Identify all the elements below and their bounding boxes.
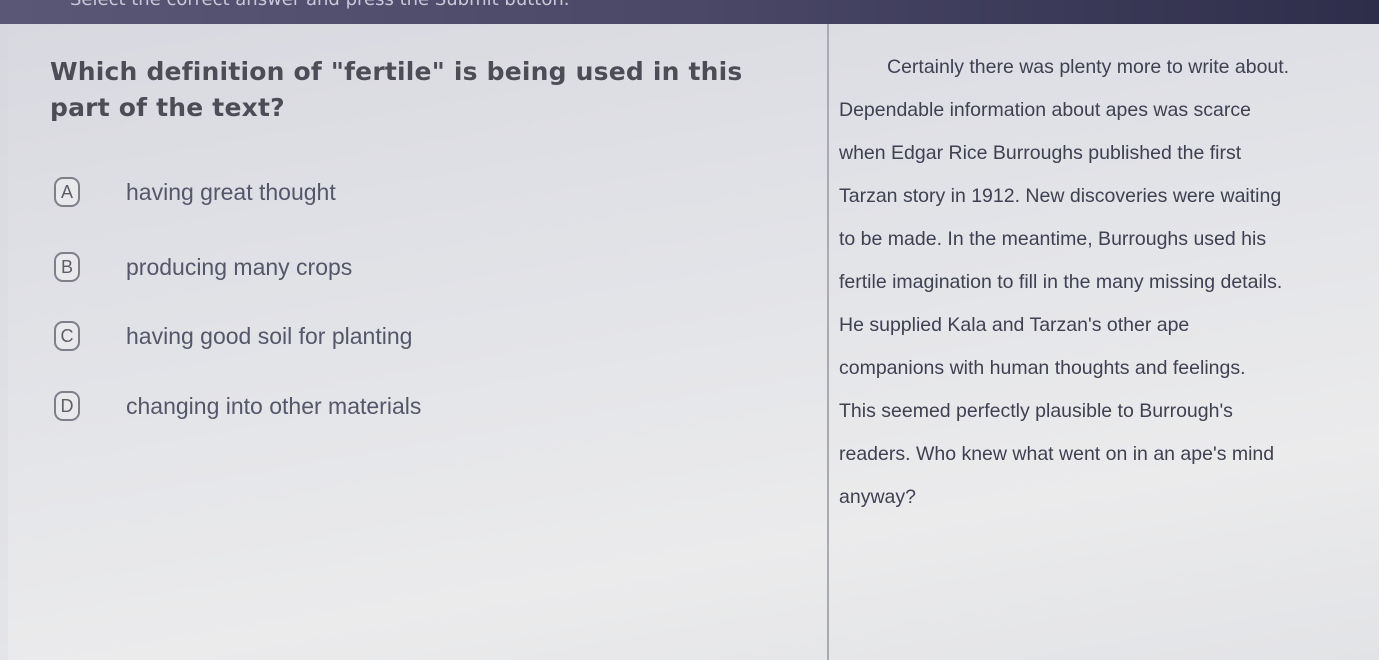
instruction-text: Select the correct answer and press the … bbox=[70, 0, 570, 10]
question-panel: Which definition of "fertile" is being u… bbox=[8, 24, 1379, 660]
option-a-label[interactable]: having great thought bbox=[126, 179, 336, 206]
option-d-label[interactable]: changing into other materials bbox=[126, 393, 421, 420]
option-c-label[interactable]: having good soil for planting bbox=[126, 323, 412, 350]
option-a[interactable]: A having great thought bbox=[54, 176, 336, 208]
passage-line: companions with human thoughts and feeli… bbox=[839, 357, 1246, 379]
passage-line: fertile imagination to fill in the many … bbox=[839, 271, 1283, 293]
passage-line: He supplied Kala and Tarzan's other ape bbox=[839, 314, 1190, 336]
option-b[interactable]: B producing many crops bbox=[54, 251, 352, 283]
option-c-badge[interactable]: C bbox=[54, 321, 80, 351]
passage-line: when Edgar Rice Burroughs published the … bbox=[839, 142, 1242, 164]
column-divider bbox=[827, 24, 829, 660]
question-text: Which definition of "fertile" is being u… bbox=[50, 57, 743, 122]
passage-line: anyway? bbox=[839, 486, 916, 508]
passage-line: This seemed perfectly plausible to Burro… bbox=[839, 400, 1233, 422]
screen: Select the correct answer and press the … bbox=[0, 0, 1379, 660]
passage-line: Dependable information about apes was sc… bbox=[839, 99, 1251, 121]
instruction-bar: Select the correct answer and press the … bbox=[0, 0, 1379, 24]
option-d-badge[interactable]: D bbox=[54, 391, 80, 421]
reading-passage: Certainly there was plenty more to write… bbox=[839, 52, 1369, 525]
passage-line: Certainly there was plenty more to write… bbox=[887, 56, 1290, 78]
passage-line: to be made. In the meantime, Burroughs u… bbox=[839, 228, 1267, 250]
passage-line: Tarzan story in 1912. New discoveries we… bbox=[839, 185, 1282, 207]
option-a-badge[interactable]: A bbox=[54, 177, 80, 207]
option-b-label[interactable]: producing many crops bbox=[126, 254, 352, 281]
option-b-badge[interactable]: B bbox=[54, 252, 80, 282]
option-d[interactable]: D changing into other materials bbox=[54, 390, 421, 422]
option-c[interactable]: C having good soil for planting bbox=[54, 320, 412, 352]
passage-line: readers. Who knew what went on in an ape… bbox=[839, 443, 1275, 465]
